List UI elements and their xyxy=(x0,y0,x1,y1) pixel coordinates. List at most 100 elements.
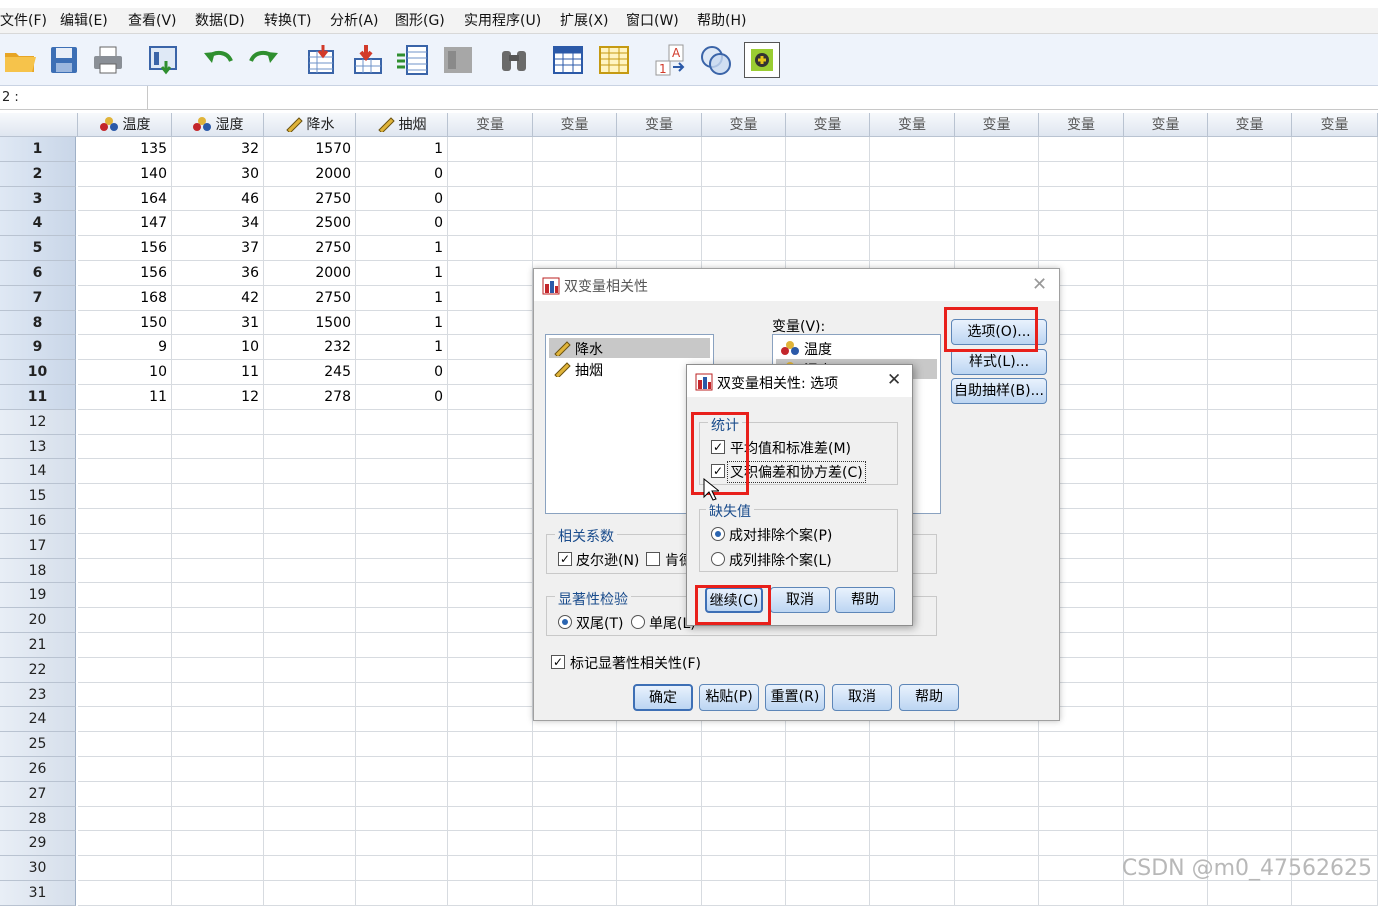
grid-cell[interactable] xyxy=(1292,807,1378,832)
grid-cell[interactable] xyxy=(786,162,870,187)
grid-cell[interactable]: 2750 xyxy=(264,187,356,212)
menu-item[interactable]: 数据(D) xyxy=(195,11,245,31)
grid-cell[interactable] xyxy=(448,658,533,683)
grid-cell[interactable] xyxy=(172,484,264,509)
grid-cell[interactable] xyxy=(356,559,448,584)
grid-cell[interactable] xyxy=(448,559,533,584)
grid-cell[interactable] xyxy=(870,881,955,906)
grid-cell[interactable] xyxy=(264,559,356,584)
grid-cell[interactable] xyxy=(448,856,533,881)
grid-cell[interactable] xyxy=(1124,261,1208,286)
grid-cell[interactable] xyxy=(617,137,702,162)
grid-cell[interactable] xyxy=(1039,831,1124,856)
grid-cell[interactable] xyxy=(356,633,448,658)
grid-cell[interactable] xyxy=(78,509,172,534)
grid-cell[interactable] xyxy=(870,757,955,782)
grid-cell[interactable] xyxy=(955,187,1039,212)
grid-cell[interactable] xyxy=(1292,435,1378,460)
grid-cell[interactable] xyxy=(1292,137,1378,162)
row-header[interactable]: 28 xyxy=(0,807,76,832)
grid-cell[interactable] xyxy=(78,559,172,584)
grid-cell[interactable] xyxy=(264,435,356,460)
column-header[interactable]: 湿度 xyxy=(172,113,264,137)
grid-cell[interactable] xyxy=(1124,732,1208,757)
grid-cell[interactable] xyxy=(448,385,533,410)
row-header[interactable]: 2 xyxy=(0,162,76,187)
grid-cell[interactable] xyxy=(78,881,172,906)
grid-cell[interactable] xyxy=(786,831,870,856)
grid-cell[interactable] xyxy=(1208,707,1292,732)
grid-cell[interactable] xyxy=(172,732,264,757)
grid-cell[interactable] xyxy=(1208,608,1292,633)
grid-cell[interactable] xyxy=(786,236,870,261)
grid-cell[interactable] xyxy=(356,583,448,608)
close-icon[interactable]: ✕ xyxy=(1032,276,1047,294)
grid-cell[interactable] xyxy=(1208,831,1292,856)
grid-cell[interactable] xyxy=(1208,583,1292,608)
grid-cell[interactable] xyxy=(78,459,172,484)
grid-cell[interactable]: 12 xyxy=(172,385,264,410)
grid-cell[interactable] xyxy=(356,683,448,708)
grid-cell[interactable] xyxy=(1208,137,1292,162)
grid-cell[interactable] xyxy=(702,757,786,782)
add-extension-icon[interactable] xyxy=(744,42,780,78)
grid-cell[interactable] xyxy=(1208,286,1292,311)
variables-icon[interactable] xyxy=(394,42,430,78)
grid-cell[interactable] xyxy=(617,856,702,881)
grid-cell[interactable] xyxy=(172,658,264,683)
empty-column-header[interactable]: 变量 xyxy=(1124,113,1208,137)
grid-cell[interactable] xyxy=(356,435,448,460)
grid-cell[interactable] xyxy=(356,807,448,832)
goto-case-icon[interactable] xyxy=(304,42,340,78)
grid-cell[interactable] xyxy=(1292,335,1378,360)
row-header[interactable]: 1 xyxy=(0,137,76,162)
grid-cell[interactable] xyxy=(172,831,264,856)
grid-cell[interactable] xyxy=(264,608,356,633)
help-button[interactable]: 帮助 xyxy=(835,587,895,613)
grid-cell[interactable] xyxy=(1124,881,1208,906)
grid-cell[interactable]: 31 xyxy=(172,311,264,336)
bootstrap-button[interactable]: 自助抽样(B)... xyxy=(951,378,1047,404)
style-button[interactable]: 样式(L)... xyxy=(951,349,1047,375)
grid-cell[interactable] xyxy=(955,881,1039,906)
grid-cell[interactable] xyxy=(356,484,448,509)
grid-cell[interactable] xyxy=(1124,559,1208,584)
grid-cell[interactable] xyxy=(1124,658,1208,683)
grid-cell[interactable] xyxy=(1124,484,1208,509)
grid-cell[interactable] xyxy=(1124,360,1208,385)
grid-cell[interactable] xyxy=(533,881,617,906)
grid-cell[interactable] xyxy=(172,683,264,708)
row-header[interactable]: 27 xyxy=(0,782,76,807)
grid-cell[interactable] xyxy=(1292,559,1378,584)
row-header[interactable]: 31 xyxy=(0,881,76,906)
grid-cell[interactable]: 156 xyxy=(78,236,172,261)
grid-cell[interactable] xyxy=(1124,137,1208,162)
menu-item[interactable]: 扩展(X) xyxy=(560,11,609,31)
grid-cell[interactable] xyxy=(448,831,533,856)
grid-cell[interactable] xyxy=(702,236,786,261)
grid-cell[interactable]: 140 xyxy=(78,162,172,187)
grid-cell[interactable] xyxy=(533,831,617,856)
grid-cell[interactable]: 36 xyxy=(172,261,264,286)
reset-button[interactable]: 重置(R) xyxy=(765,684,825,711)
row-header[interactable]: 6 xyxy=(0,261,76,286)
grid-cell[interactable] xyxy=(1124,782,1208,807)
grid-cell[interactable] xyxy=(533,137,617,162)
grid-cell[interactable] xyxy=(78,732,172,757)
grid-cell[interactable] xyxy=(533,782,617,807)
grid-cell[interactable]: 2000 xyxy=(264,261,356,286)
grid-cell[interactable] xyxy=(1124,410,1208,435)
grid-cell[interactable] xyxy=(955,236,1039,261)
grid-cell[interactable] xyxy=(172,608,264,633)
grid-cell[interactable] xyxy=(533,162,617,187)
grid-cell[interactable] xyxy=(78,757,172,782)
row-header[interactable]: 9 xyxy=(0,335,76,360)
grid-cell[interactable] xyxy=(702,856,786,881)
grid-cell[interactable] xyxy=(78,683,172,708)
grid-cell[interactable] xyxy=(78,856,172,881)
grid-cell[interactable] xyxy=(448,311,533,336)
grid-cell[interactable] xyxy=(78,831,172,856)
grid-cell[interactable] xyxy=(1292,484,1378,509)
grid-cell[interactable]: 42 xyxy=(172,286,264,311)
grid-cell[interactable] xyxy=(1292,261,1378,286)
